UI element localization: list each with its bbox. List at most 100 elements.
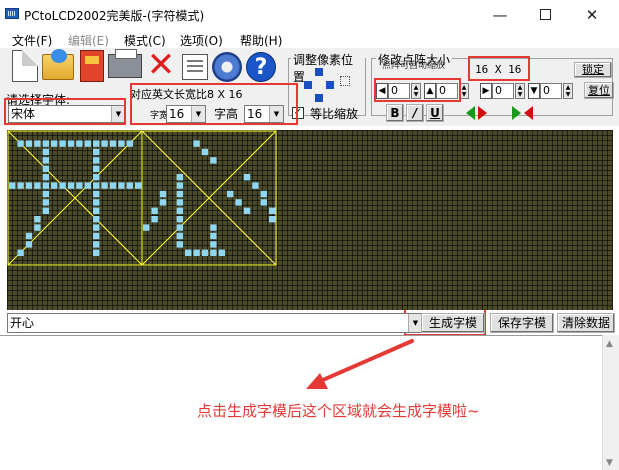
- window-title: PCtoLCD2002完美版-(字符模式): [24, 9, 205, 23]
- text-input[interactable]: 开心 ▼: [7, 313, 423, 333]
- pixel-arrow-pad[interactable]: [304, 68, 334, 110]
- glyph-pixel: [193, 140, 200, 147]
- text-input-value: 开心: [10, 316, 35, 330]
- restore-button[interactable]: 复位: [584, 82, 614, 99]
- glyph-pixel: [210, 224, 217, 231]
- new-file-icon[interactable]: [12, 50, 38, 82]
- glyph-pixel: [34, 140, 41, 147]
- scroll-down-icon[interactable]: ▼: [606, 458, 613, 468]
- glyph-pixel: [76, 140, 83, 147]
- open-folder-icon[interactable]: [42, 49, 74, 80]
- help-icon[interactable]: ?: [246, 52, 276, 82]
- clear-data-button[interactable]: 清除数据: [557, 313, 615, 333]
- maximize-icon: [539, 9, 551, 20]
- flip-horizontal-icon[interactable]: [466, 104, 492, 122]
- glyph-pixel: [59, 140, 66, 147]
- close-button[interactable]: ✕: [577, 5, 607, 25]
- glyph-pixel: [42, 199, 49, 206]
- glyph-pixel: [118, 182, 125, 189]
- generate-font-button[interactable]: 生成字模: [421, 313, 485, 333]
- print-icon[interactable]: [108, 49, 142, 78]
- glyph-pixel: [93, 148, 100, 156]
- delete-icon[interactable]: ✕: [146, 48, 176, 82]
- glyph-pixel: [93, 165, 100, 172]
- glyph-pixel: [210, 232, 217, 240]
- spinner-top-arrows[interactable]: ▲ ▼: [459, 83, 469, 99]
- glyph-pixel: [25, 182, 33, 189]
- glyph-pixel: [210, 241, 217, 248]
- save-font-button[interactable]: 保存字模: [490, 313, 554, 333]
- glyph-pixel: [101, 140, 108, 147]
- glyph-pixel: [109, 182, 117, 189]
- glyph-pixel: [176, 241, 183, 248]
- chevron-down-icon[interactable]: ▼: [111, 106, 125, 122]
- glyph-pixel: [176, 174, 183, 181]
- move-right-icon[interactable]: [326, 81, 334, 89]
- glyph-pixel: [93, 190, 100, 198]
- minimize-button[interactable]: —: [485, 5, 515, 25]
- dot-matrix-canvas[interactable]: [7, 130, 613, 310]
- glyph-pixel: [176, 232, 183, 240]
- spinner-left[interactable]: 0: [388, 83, 410, 99]
- glyph-pixel: [42, 148, 49, 156]
- font-height-select[interactable]: 16 ▼: [244, 105, 284, 123]
- glyph-pixel: [151, 216, 158, 223]
- glyph-pixel: [17, 249, 24, 256]
- spinner-right[interactable]: 0: [492, 83, 514, 99]
- move-left-icon[interactable]: [304, 81, 312, 89]
- glyph-pixel: [42, 190, 49, 198]
- glyph-pixel: [159, 190, 167, 198]
- output-scrollbar[interactable]: ▲ ▼: [602, 335, 619, 470]
- spinner-bottom[interactable]: 0: [540, 83, 562, 99]
- menu-edit[interactable]: 编辑(E): [68, 32, 109, 49]
- glyph-pixel: [159, 199, 167, 206]
- scale-label: 等比缩放: [310, 107, 359, 121]
- glyph-pixel: [109, 140, 117, 147]
- font-select-value: 宋体: [11, 107, 36, 121]
- flip-vertical-icon[interactable]: [512, 104, 538, 122]
- glyph-pixel: [84, 182, 91, 189]
- scale-checkbox[interactable]: ✓: [292, 107, 304, 119]
- glyph-pixel: [34, 182, 41, 189]
- glyph-pixel: [201, 249, 209, 256]
- glyph-pixel: [93, 207, 100, 214]
- glyph-pixel: [176, 224, 183, 231]
- spinner-left-arrows[interactable]: ▲ ▼: [411, 83, 421, 99]
- glyph-pixel: [118, 140, 125, 147]
- app-icon: [5, 8, 19, 19]
- italic-button[interactable]: /: [406, 104, 424, 122]
- settings-gear-icon[interactable]: [212, 52, 242, 82]
- move-down-icon[interactable]: [315, 94, 323, 102]
- bold-button[interactable]: B: [386, 104, 404, 122]
- glyph-pixel: [176, 199, 183, 206]
- glyph-pixel: [93, 182, 100, 189]
- menu-options[interactable]: 选项(O): [180, 32, 223, 49]
- glyph-pixel: [93, 157, 100, 164]
- font-width-select[interactable]: 16 ▼: [166, 105, 206, 123]
- scroll-up-icon[interactable]: ▲: [606, 339, 613, 349]
- font-height-label: 字高: [214, 107, 239, 121]
- glyph-pixel: [76, 182, 83, 189]
- glyph-pixel: [126, 182, 133, 189]
- chevron-down-icon[interactable]: ▼: [269, 106, 283, 122]
- lock-button[interactable]: 锁定: [574, 62, 612, 78]
- spinner-right-arrows[interactable]: ▲ ▼: [515, 83, 525, 99]
- font-select[interactable]: 宋体 ▼: [8, 105, 126, 123]
- spinner-top[interactable]: 0: [436, 83, 458, 99]
- glyph-pixel: [42, 165, 49, 172]
- underline-button[interactable]: U: [426, 104, 444, 122]
- maximize-button[interactable]: [530, 5, 560, 25]
- move-up-icon[interactable]: [315, 68, 323, 76]
- glyph-pixel: [201, 148, 209, 156]
- list-icon[interactable]: [182, 54, 208, 80]
- chevron-down-icon[interactable]: ▼: [408, 314, 422, 332]
- menu-help[interactable]: 帮助(H): [240, 32, 282, 49]
- ratio-label: 对应英文长宽比8 X 16: [130, 88, 243, 101]
- menu-file[interactable]: 文件(F): [12, 32, 52, 49]
- chevron-down-icon[interactable]: ▼: [191, 106, 205, 122]
- glyph-pixel: [84, 140, 91, 147]
- spinner-bottom-arrows[interactable]: ▲ ▼: [563, 83, 573, 99]
- glyph-pixel: [218, 249, 225, 256]
- glyph-pixel: [93, 199, 100, 206]
- save-icon[interactable]: [80, 50, 104, 82]
